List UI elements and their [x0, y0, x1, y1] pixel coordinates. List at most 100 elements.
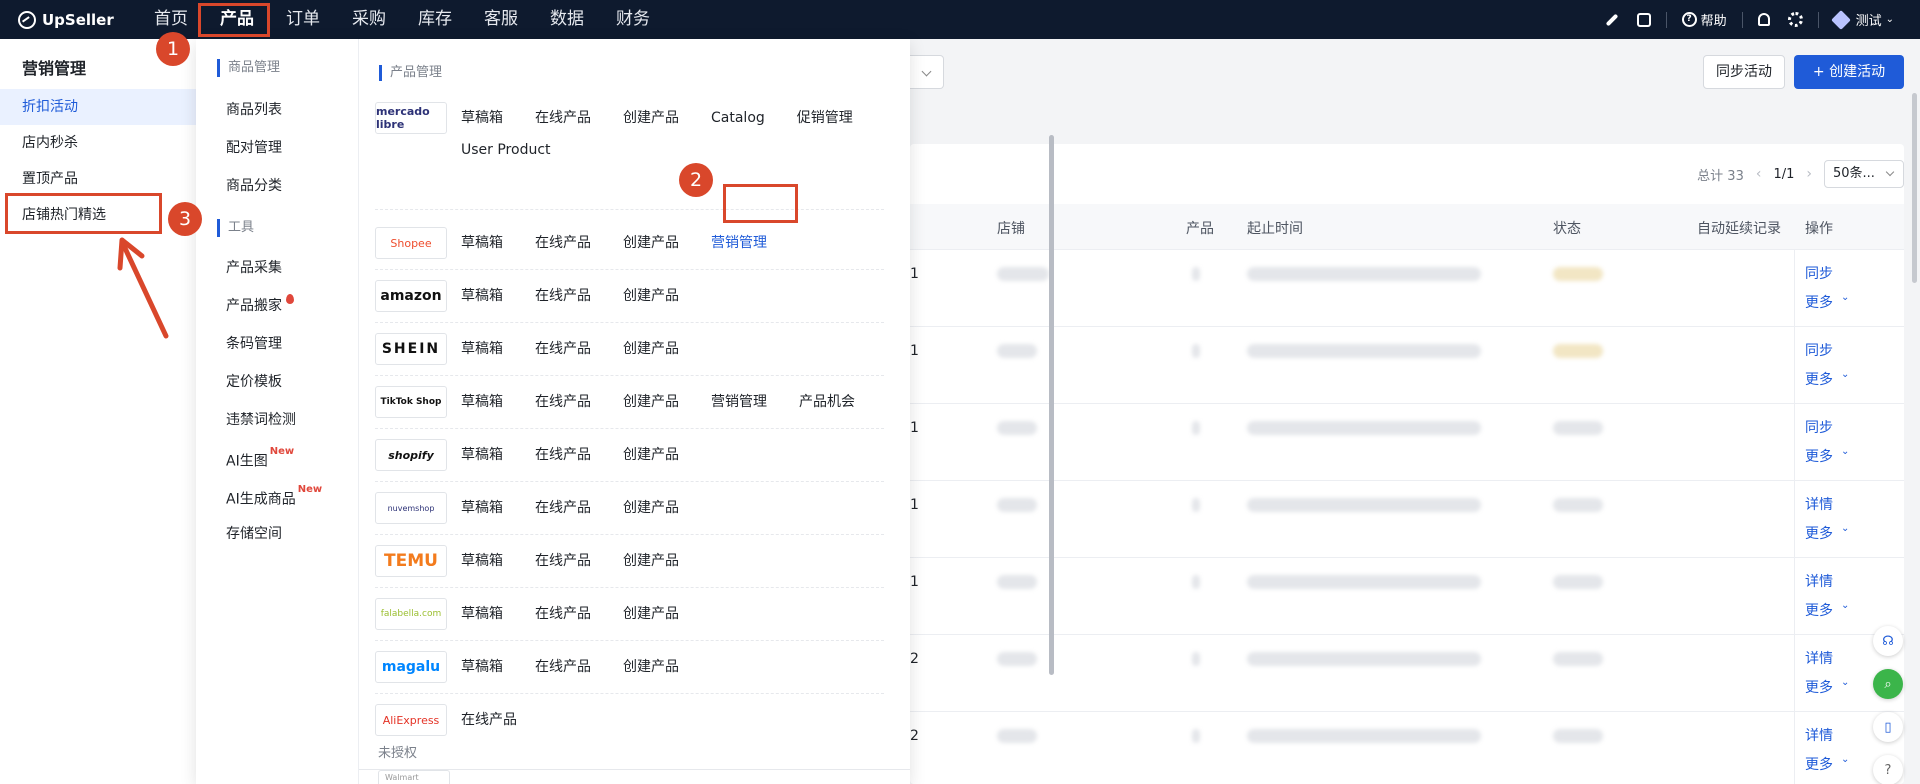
- link-drafts[interactable]: 草稿箱: [461, 651, 503, 683]
- tools-button[interactable]: [1605, 13, 1619, 26]
- settings-button[interactable]: [1787, 12, 1803, 27]
- brand-logo[interactable]: UpSeller: [18, 10, 138, 29]
- filter-select[interactable]: [910, 55, 944, 89]
- nav-data[interactable]: 数据: [534, 0, 600, 39]
- link-drafts[interactable]: 草稿箱: [461, 227, 503, 259]
- details-link[interactable]: 详情: [1805, 725, 1833, 745]
- link-create-product[interactable]: 创建产品: [623, 333, 679, 365]
- menu-item-ai-image[interactable]: AI生图New: [196, 439, 358, 477]
- link-online-products[interactable]: 在线产品: [535, 492, 591, 524]
- sync-link[interactable]: 同步: [1805, 263, 1833, 283]
- row-value: 1: [910, 574, 919, 590]
- more-link[interactable]: 更多: [1805, 600, 1833, 620]
- menu-item-pricing-template[interactable]: 定价模板: [196, 363, 358, 401]
- search-icon[interactable]: ⌕: [1873, 669, 1903, 699]
- sync-link[interactable]: 同步: [1805, 417, 1833, 437]
- link-drafts[interactable]: 草稿箱: [461, 280, 503, 312]
- link-drafts[interactable]: 草稿箱: [461, 333, 503, 365]
- link-catalog[interactable]: Catalog: [711, 102, 765, 134]
- user-menu[interactable]: 测试 ⌄: [1830, 9, 1894, 30]
- link-drafts[interactable]: 草稿箱: [461, 439, 503, 471]
- link-create-product[interactable]: 创建产品: [623, 598, 679, 630]
- menu-item-product-list[interactable]: 商品列表: [196, 91, 358, 129]
- nav-inventory[interactable]: 库存: [402, 0, 468, 39]
- blurred-period: [1247, 344, 1481, 358]
- menu-scrollbar[interactable]: [1049, 135, 1054, 675]
- page-size-select[interactable]: 50条...: [1824, 160, 1904, 188]
- link-drafts[interactable]: 草稿箱: [461, 386, 503, 418]
- page-scrollbar[interactable]: [1912, 93, 1917, 283]
- more-link[interactable]: 更多: [1805, 677, 1833, 697]
- menu-item-migration[interactable]: 产品搬家: [196, 287, 358, 325]
- link-create-product[interactable]: 创建产品: [623, 102, 679, 134]
- details-link[interactable]: 详情: [1805, 648, 1833, 668]
- link-create-product[interactable]: 创建产品: [623, 651, 679, 683]
- more-link[interactable]: 更多: [1805, 523, 1833, 543]
- link-online-products[interactable]: 在线产品: [535, 386, 591, 418]
- link-create-product[interactable]: 创建产品: [623, 439, 679, 471]
- prev-page-icon[interactable]: ‹: [1756, 166, 1762, 182]
- link-online-products[interactable]: 在线产品: [535, 333, 591, 365]
- link-online-products[interactable]: 在线产品: [535, 598, 591, 630]
- help-icon[interactable]: ?: [1873, 755, 1903, 784]
- sync-link[interactable]: 同步: [1805, 340, 1833, 360]
- apps-button[interactable]: [1636, 12, 1651, 27]
- menu-item-banned-words[interactable]: 违禁词检测: [196, 401, 358, 439]
- more-link[interactable]: 更多: [1805, 754, 1833, 774]
- link-online-products[interactable]: 在线产品: [535, 280, 591, 312]
- nav-orders[interactable]: 订单: [270, 0, 336, 39]
- link-drafts[interactable]: 草稿箱: [461, 598, 503, 630]
- details-link[interactable]: 详情: [1805, 494, 1833, 514]
- help-button[interactable]: ? 帮助: [1681, 10, 1727, 29]
- table-row: 1 详情 更多 ⌄: [910, 481, 1904, 558]
- link-promotions[interactable]: 促销管理: [797, 102, 853, 134]
- notifications-button[interactable]: [1757, 13, 1770, 26]
- link-online-products[interactable]: 在线产品: [535, 545, 591, 577]
- create-activity-button[interactable]: + 创建活动: [1794, 55, 1904, 89]
- link-online-products[interactable]: 在线产品: [535, 227, 591, 259]
- link-online-products[interactable]: 在线产品: [535, 439, 591, 471]
- link-create-product[interactable]: 创建产品: [623, 545, 679, 577]
- sidebar-item-discount[interactable]: 折扣活动: [0, 89, 196, 125]
- gear-icon: [1787, 12, 1803, 27]
- menu-item-barcode[interactable]: 条码管理: [196, 325, 358, 363]
- link-online-products[interactable]: 在线产品: [535, 651, 591, 683]
- link-drafts[interactable]: 草稿箱: [461, 545, 503, 577]
- customer-service-icon[interactable]: ☊: [1873, 626, 1903, 656]
- link-create-product[interactable]: 创建产品: [623, 227, 679, 259]
- link-shopee-marketing[interactable]: 营销管理: [711, 227, 767, 259]
- sidebar-item-flash-sale[interactable]: 店内秒杀: [0, 125, 196, 161]
- annotation-box-hot-picks: [5, 193, 162, 234]
- menu-item-ai-product[interactable]: AI生成商品New: [196, 477, 358, 515]
- nav-finance[interactable]: 财务: [600, 0, 666, 39]
- platform-row-amazon: amazon 草稿箱 在线产品 创建产品: [375, 280, 884, 323]
- link-drafts[interactable]: 草稿箱: [461, 102, 503, 134]
- sidebar-item-top-products[interactable]: 置顶产品: [0, 161, 196, 197]
- link-marketing[interactable]: 营销管理: [711, 386, 767, 418]
- link-user-product[interactable]: User Product: [461, 134, 551, 166]
- blurred-store: [997, 344, 1037, 358]
- menu-item-collection[interactable]: 产品采集: [196, 249, 358, 287]
- link-create-product[interactable]: 创建产品: [623, 386, 679, 418]
- link-drafts[interactable]: 草稿箱: [461, 492, 503, 524]
- next-page-icon[interactable]: ›: [1806, 166, 1812, 182]
- link-online-products[interactable]: 在线产品: [535, 102, 591, 134]
- link-product-opportunities[interactable]: 产品机会: [799, 386, 855, 418]
- more-link[interactable]: 更多: [1805, 446, 1833, 466]
- menu-item-storage[interactable]: 存储空间: [196, 515, 358, 553]
- nav-customer-service[interactable]: 客服: [468, 0, 534, 39]
- more-link[interactable]: 更多: [1805, 292, 1833, 312]
- link-online-products[interactable]: 在线产品: [461, 704, 517, 736]
- details-link[interactable]: 详情: [1805, 571, 1833, 591]
- link-create-product[interactable]: 创建产品: [623, 492, 679, 524]
- menu-left-column: 商品管理 商品列表 配对管理 商品分类 工具 产品采集 产品搬家 条码管理 定价…: [196, 39, 359, 784]
- nav-purchase[interactable]: 采购: [336, 0, 402, 39]
- menu-item-pairing[interactable]: 配对管理: [196, 129, 358, 167]
- sync-activity-button[interactable]: 同步活动: [1703, 55, 1785, 89]
- more-link[interactable]: 更多: [1805, 369, 1833, 389]
- link-create-product[interactable]: 创建产品: [623, 280, 679, 312]
- annotation-badge: 3: [168, 202, 202, 236]
- mobile-icon[interactable]: ▯: [1873, 712, 1903, 742]
- blurred-period: [1247, 729, 1481, 743]
- menu-item-category[interactable]: 商品分类: [196, 167, 358, 205]
